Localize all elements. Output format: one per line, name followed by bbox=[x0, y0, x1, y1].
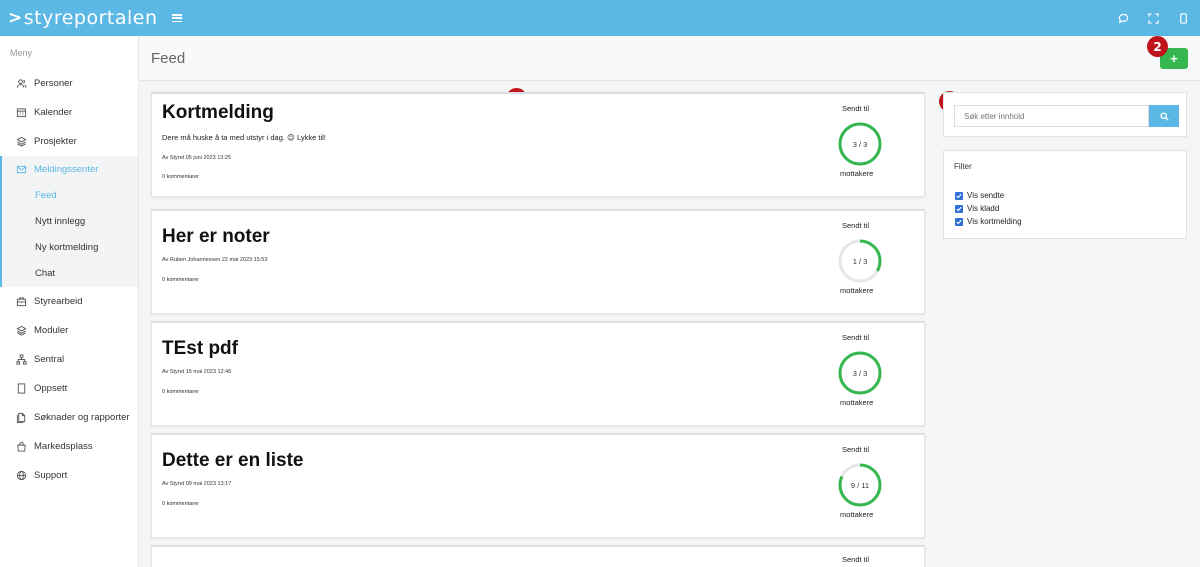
app-logo[interactable]: > styreportalen bbox=[0, 0, 158, 36]
sidebar-item-label: Personer bbox=[34, 78, 73, 89]
search-input[interactable] bbox=[954, 105, 1149, 127]
logo-text: styreportalen bbox=[23, 7, 158, 29]
layers-icon bbox=[16, 325, 27, 336]
sidebar-item-oppsett[interactable]: Oppsett bbox=[0, 374, 138, 403]
page-title: Feed bbox=[151, 50, 186, 67]
sidebar-subitem-feed[interactable]: Feed bbox=[2, 183, 138, 209]
comment-count[interactable]: 0 kommentarer bbox=[162, 174, 199, 180]
recipients-label: mottakere bbox=[840, 286, 874, 295]
sidebar-item-label: Prosjekter bbox=[34, 136, 77, 147]
meldingssenter-submenu: Feed Nytt innlegg Ny kortmelding Chat bbox=[0, 183, 138, 287]
sidebar-item-styrearbeid[interactable]: Styrearbeid bbox=[0, 287, 138, 316]
sidebar-item-soknader-og-rapporter[interactable]: Søknader og rapporter bbox=[0, 403, 138, 432]
sidebar-item-markedsplass[interactable]: Markedsplass bbox=[0, 432, 138, 461]
sidebar-item-support[interactable]: Support bbox=[0, 461, 138, 490]
sidebar-item-personer[interactable]: Personer bbox=[0, 69, 138, 98]
annotation-badge-2: 2 bbox=[1147, 36, 1168, 57]
feed-card[interactable]: Dette er en liste Av Styret 09 mai 2023 … bbox=[151, 433, 925, 538]
recipients-ratio: 3 / 3 bbox=[852, 368, 868, 378]
fullscreen-icon[interactable] bbox=[1146, 11, 1160, 25]
post-meta: Av Styret 15 mai 2023 12:46 bbox=[162, 369, 232, 375]
sidebar-item-sentral[interactable]: Sentral bbox=[0, 345, 138, 374]
post-meta: Av Styret 09 mai 2023 13:17 bbox=[162, 481, 232, 487]
sitemap-icon bbox=[16, 354, 27, 365]
sidebar-item-kalender[interactable]: Kalender bbox=[0, 98, 138, 127]
tablet-icon bbox=[16, 383, 27, 394]
checkbox-checked-icon[interactable] bbox=[955, 217, 963, 226]
sidebar-item-label: Styrearbeid bbox=[34, 296, 83, 307]
post-meta: Av Ruben Johannessen 22 mai 2023 15:53 bbox=[162, 257, 268, 263]
sidebar-item-label: Kalender bbox=[34, 107, 73, 118]
sidebar-item-label: Søknader og rapporter bbox=[34, 412, 130, 423]
globe-icon bbox=[16, 470, 27, 481]
filter-panel: Filter Vis sendte Vis kladd Vis kortmeld… bbox=[943, 150, 1187, 239]
sidebar-item-label: Meldingssenter bbox=[34, 164, 99, 175]
filter-option-label: Vis kortmelding bbox=[967, 217, 1022, 226]
sidebar-item-label: Moduler bbox=[34, 325, 69, 336]
filter-title: Filter bbox=[954, 162, 972, 171]
menu-toggle-icon[interactable] bbox=[171, 14, 182, 22]
post-title: TEst pdf bbox=[162, 338, 238, 359]
post-meta: Av Styret 05 juni 2023 13:25 bbox=[162, 155, 232, 161]
sidebar-item-moduler[interactable]: Moduler bbox=[0, 316, 138, 345]
menu-title: Meny bbox=[10, 48, 33, 58]
document-icon bbox=[16, 412, 27, 423]
recipients-label: mottakere bbox=[840, 398, 874, 407]
recipients-label: mottakere bbox=[840, 510, 874, 519]
top-bar: > styreportalen bbox=[0, 0, 1200, 36]
sidebar-subitem-chat[interactable]: Chat bbox=[2, 261, 138, 287]
logo-chevron: > bbox=[8, 8, 23, 28]
sent-to-label: Sendt til bbox=[842, 555, 870, 564]
filter-option-label: Vis sendte bbox=[967, 191, 1005, 200]
filter-vis-sendte[interactable]: Vis sendte bbox=[955, 191, 1004, 200]
checkbox-checked-icon[interactable] bbox=[955, 204, 963, 213]
sent-to-label: Sendt til bbox=[842, 104, 870, 113]
recipients-ratio: 3 / 3 bbox=[852, 139, 868, 149]
sidebar-subitem-nytt-innlegg[interactable]: Nytt innlegg bbox=[2, 209, 138, 235]
post-body: Dere må huske å ta med utstyr i dag. 😊 L… bbox=[162, 133, 326, 142]
sidebar-item-label: Markedsplass bbox=[34, 441, 93, 452]
feed-card[interactable]: Sendt til bbox=[151, 545, 925, 567]
comment-count[interactable]: 0 kommentarer bbox=[162, 501, 199, 507]
sidebar: Meny Personer Kalender Prosjekter Meldin… bbox=[0, 36, 139, 567]
comment-count[interactable]: 0 kommentarer bbox=[162, 389, 199, 395]
mail-icon bbox=[16, 164, 27, 175]
checkbox-checked-icon[interactable] bbox=[955, 191, 963, 200]
comment-count[interactable]: 0 kommentarer bbox=[162, 277, 199, 283]
page-header: Feed + bbox=[139, 36, 1200, 81]
briefcase-icon bbox=[16, 296, 27, 307]
search-icon bbox=[1159, 111, 1169, 121]
calendar-icon bbox=[16, 107, 27, 118]
sidebar-item-label: Support bbox=[34, 470, 68, 481]
feed-card[interactable]: Her er noter Av Ruben Johannessen 22 mai… bbox=[151, 209, 925, 314]
post-title: Kortmelding bbox=[162, 102, 274, 123]
sent-to-label: Sendt til bbox=[842, 333, 870, 342]
shopping-bag-icon bbox=[16, 441, 27, 452]
sidebar-item-label: Sentral bbox=[34, 354, 65, 365]
search-panel bbox=[943, 92, 1187, 137]
sidebar-subitem-ny-kortmelding[interactable]: Ny kortmelding bbox=[2, 235, 138, 261]
sidebar-panel-icon[interactable] bbox=[1176, 11, 1190, 25]
recipients-ratio: 1 / 3 bbox=[852, 256, 868, 266]
filter-option-label: Vis kladd bbox=[967, 204, 1000, 213]
sidebar-item-label: Oppsett bbox=[34, 383, 68, 394]
recipients-label: mottakere bbox=[840, 169, 874, 178]
feed-card[interactable]: TEst pdf Av Styret 15 mai 2023 12:46 0 k… bbox=[151, 321, 925, 426]
sidebar-item-prosjekter[interactable]: Prosjekter bbox=[0, 127, 138, 156]
sent-to-label: Sendt til bbox=[842, 221, 870, 230]
chat-icon[interactable] bbox=[1116, 11, 1130, 25]
filter-vis-kortmelding[interactable]: Vis kortmelding bbox=[955, 217, 1022, 226]
recipients-ratio: 9 / 11 bbox=[850, 480, 870, 490]
post-title: Her er noter bbox=[162, 226, 270, 247]
sidebar-item-meldingssenter[interactable]: Meldingssenter bbox=[0, 156, 138, 183]
filter-vis-kladd[interactable]: Vis kladd bbox=[955, 204, 999, 213]
sent-to-label: Sendt til bbox=[842, 445, 870, 454]
search-button[interactable] bbox=[1149, 105, 1179, 127]
users-icon bbox=[16, 78, 27, 89]
layers-icon bbox=[16, 136, 27, 147]
feed-card[interactable]: Kortmelding Dere må huske å ta med utsty… bbox=[151, 92, 925, 197]
post-title: Dette er en liste bbox=[162, 450, 304, 471]
